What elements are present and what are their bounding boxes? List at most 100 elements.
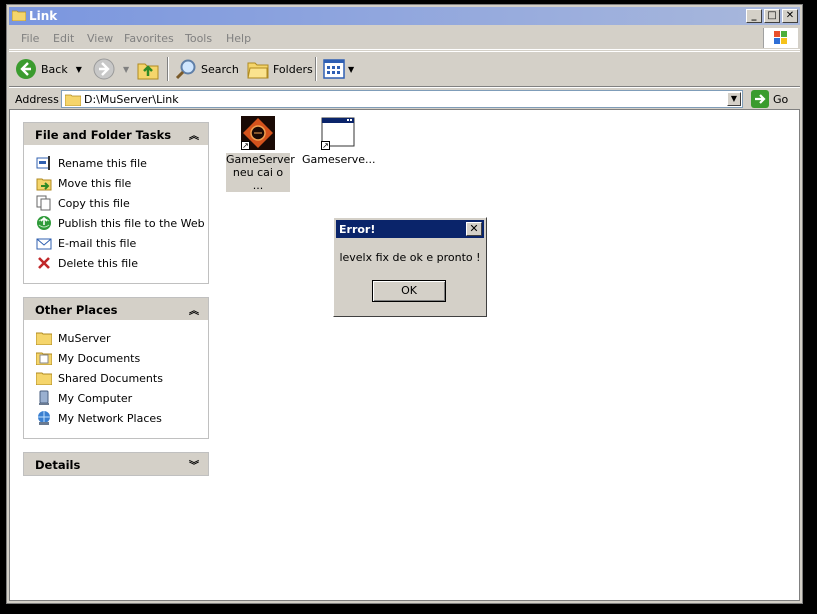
file-folder-tasks-panel: File and Folder Tasks ︽ Rename this file… xyxy=(23,122,209,284)
place-my-documents[interactable]: My Documents xyxy=(36,348,208,368)
publish-web-icon xyxy=(36,215,52,231)
panel-title: Details xyxy=(35,458,81,472)
toolbar: Back ▼ ▼ Search Folders ▼ xyxy=(9,51,800,87)
address-input[interactable]: D:\MuServer\Link ▼ xyxy=(61,90,743,108)
folders-icon xyxy=(247,62,269,79)
back-label: Back xyxy=(41,62,68,76)
file-item[interactable]: ↗ Gameserve... xyxy=(302,116,376,166)
search-label: Search xyxy=(201,62,239,76)
views-button[interactable]: ▼ xyxy=(323,57,354,81)
title-bar[interactable]: Link _ □ ✕ xyxy=(9,7,800,25)
windows-logo-icon xyxy=(763,28,798,48)
task-label: Delete this file xyxy=(58,256,138,270)
task-label: Rename this file xyxy=(58,156,147,170)
panel-header[interactable]: File and Folder Tasks ︽ xyxy=(24,123,208,145)
task-move[interactable]: Move this file xyxy=(36,173,208,193)
move-icon xyxy=(36,175,52,191)
task-label: Move this file xyxy=(58,176,132,190)
email-icon xyxy=(36,235,52,251)
address-dropdown-icon[interactable]: ▼ xyxy=(727,92,741,106)
file-name-line: neu cai o ... xyxy=(232,166,284,192)
ok-button[interactable]: OK xyxy=(372,280,446,302)
forward-button[interactable]: ▼ xyxy=(93,57,129,81)
menu-edit[interactable]: Edit xyxy=(53,32,74,45)
menu-view[interactable]: View xyxy=(87,32,113,45)
place-label: My Documents xyxy=(58,351,141,365)
file-name: Gameserve... xyxy=(302,153,376,166)
task-rename[interactable]: Rename this file xyxy=(36,153,208,173)
task-publish[interactable]: Publish this file to the Web xyxy=(36,213,208,233)
go-arrow-icon xyxy=(751,90,769,108)
address-path: D:\MuServer\Link xyxy=(84,93,179,106)
back-button[interactable]: Back ▼ xyxy=(15,57,82,81)
file-name-line: Gameserve... xyxy=(302,153,376,166)
menu-help[interactable]: Help xyxy=(226,32,251,45)
place-muserver[interactable]: MuServer xyxy=(36,328,208,348)
shortcut-arrow-icon: ↗ xyxy=(241,141,250,150)
up-folder-button[interactable] xyxy=(137,57,159,81)
folder-icon xyxy=(36,330,52,346)
go-label: Go xyxy=(773,92,789,106)
file-name-line: GameServer xyxy=(226,153,295,166)
panel-title: Other Places xyxy=(35,303,118,317)
collapse-chevron-icon[interactable]: ︽ xyxy=(189,127,199,142)
place-label: Shared Documents xyxy=(58,371,163,385)
dialog-title: Error! xyxy=(339,223,376,236)
delete-icon xyxy=(36,255,52,271)
back-dropdown-icon[interactable]: ▼ xyxy=(76,65,82,74)
views-icon xyxy=(323,59,345,79)
content-area: File and Folder Tasks ︽ Rename this file… xyxy=(9,109,800,601)
menu-bar: File Edit View Favorites Tools Help xyxy=(9,27,800,50)
forward-arrow-icon xyxy=(93,58,115,80)
mu-shortcut-icon: ↗ xyxy=(241,116,275,150)
error-dialog: Error! ✕ levelx fix de ok e pronto ! OK xyxy=(333,217,487,317)
network-icon xyxy=(36,410,52,426)
dialog-close-button[interactable]: ✕ xyxy=(466,222,482,236)
details-panel: Details ︾ xyxy=(23,452,209,476)
documents-folder-icon xyxy=(36,350,52,366)
shared-folder-icon xyxy=(36,370,52,386)
up-folder-icon xyxy=(137,63,159,80)
menu-tools[interactable]: Tools xyxy=(185,32,212,45)
folder-icon xyxy=(65,94,81,106)
copy-icon xyxy=(36,195,52,211)
search-button[interactable]: Search xyxy=(175,57,239,81)
go-button[interactable]: Go xyxy=(751,90,788,108)
back-arrow-icon xyxy=(16,59,36,79)
file-item[interactable]: ↗ GameServer neu cai o ... xyxy=(226,116,295,192)
computer-icon xyxy=(36,390,52,406)
address-label: Address xyxy=(15,93,59,106)
close-button[interactable]: ✕ xyxy=(782,9,798,23)
task-label: E-mail this file xyxy=(58,236,137,250)
panel-title: File and Folder Tasks xyxy=(35,128,172,142)
task-copy[interactable]: Copy this file xyxy=(36,193,208,213)
folder-icon xyxy=(12,10,26,21)
file-name: GameServer neu cai o ... xyxy=(226,153,295,192)
search-icon xyxy=(175,59,196,80)
place-label: MuServer xyxy=(58,331,111,345)
other-places-panel: Other Places ︽ MuServer My Documents Sha… xyxy=(23,297,209,439)
place-my-computer[interactable]: My Computer xyxy=(36,388,208,408)
menu-favorites[interactable]: Favorites xyxy=(124,32,174,45)
place-shared-documents[interactable]: Shared Documents xyxy=(36,368,208,388)
place-my-network[interactable]: My Network Places xyxy=(36,408,208,428)
panel-header[interactable]: Details ︾ xyxy=(24,453,208,475)
folders-button[interactable]: Folders xyxy=(247,57,313,81)
rename-icon xyxy=(36,155,52,171)
folders-label: Folders xyxy=(273,62,313,76)
task-delete[interactable]: Delete this file xyxy=(36,253,208,273)
menu-file[interactable]: File xyxy=(21,32,39,45)
panel-header[interactable]: Other Places ︽ xyxy=(24,298,208,320)
expand-chevron-icon[interactable]: ︾ xyxy=(189,457,199,472)
views-dropdown-icon[interactable]: ▼ xyxy=(348,65,354,74)
task-label: Publish this file to the Web xyxy=(58,216,205,230)
collapse-chevron-icon[interactable]: ︽ xyxy=(189,302,199,317)
maximize-button[interactable]: □ xyxy=(764,9,780,23)
place-label: My Computer xyxy=(58,391,133,405)
dialog-title-bar[interactable]: Error! ✕ xyxy=(336,220,484,238)
forward-dropdown-icon[interactable]: ▼ xyxy=(123,65,129,74)
minimize-button[interactable]: _ xyxy=(746,9,762,23)
task-email[interactable]: E-mail this file xyxy=(36,233,208,253)
window-title: Link xyxy=(29,9,58,23)
address-bar: Address D:\MuServer\Link ▼ Go xyxy=(9,87,800,110)
